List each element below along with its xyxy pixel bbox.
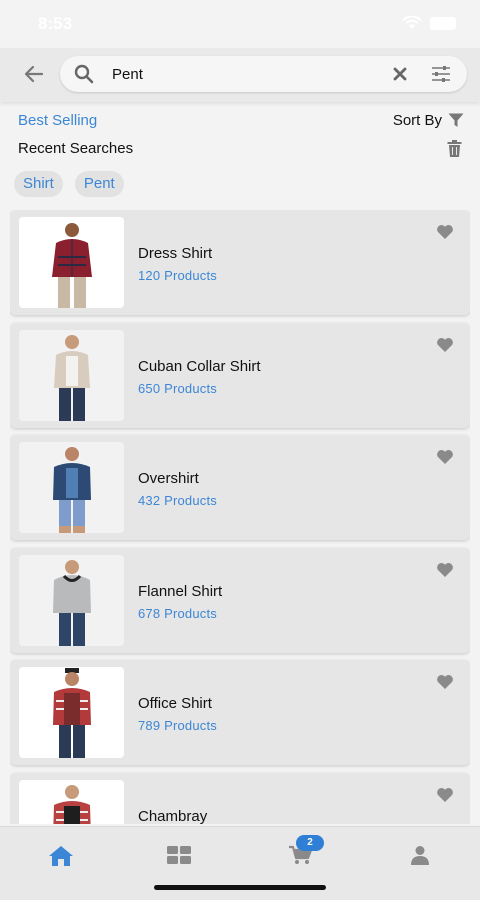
search-icon	[74, 64, 94, 84]
battery-icon	[430, 16, 456, 30]
home-indicator	[154, 885, 326, 890]
back-button[interactable]	[22, 62, 46, 86]
best-selling-link[interactable]: Best Selling	[18, 112, 97, 129]
nav-profile[interactable]	[400, 845, 440, 869]
clear-recent-button[interactable]	[447, 140, 462, 162]
sliders-icon	[432, 66, 450, 82]
heart-icon	[437, 225, 453, 239]
product-card-flannel-shirt[interactable]: Flannel Shirt 678 Products	[10, 548, 470, 653]
profile-icon	[411, 846, 429, 865]
product-list[interactable]: Dress Shirt 120 Products Cuban Collar Sh…	[10, 210, 470, 824]
home-icon	[49, 846, 73, 866]
favorite-button[interactable]	[436, 449, 454, 470]
product-image	[19, 667, 124, 758]
sort-by-label: Sort By	[392, 112, 442, 129]
product-count: 650 Products	[138, 381, 218, 396]
model-illustration	[52, 560, 91, 646]
favorite-button[interactable]	[436, 674, 454, 695]
product-card-dress-shirt[interactable]: Dress Shirt 120 Products	[10, 210, 470, 315]
product-image	[19, 555, 124, 646]
product-image	[19, 442, 124, 533]
product-card-cuban-collar-shirt[interactable]: Cuban Collar Shirt 650 Products	[10, 323, 470, 428]
sort-by-button[interactable]: Sort By	[393, 112, 464, 129]
favorite-button[interactable]	[436, 224, 454, 245]
favorite-button[interactable]	[436, 337, 454, 358]
product-image	[19, 330, 124, 421]
filter-settings-button[interactable]	[430, 65, 452, 88]
product-name: Cuban Collar Shirt	[138, 358, 261, 375]
nav-categories[interactable]	[159, 845, 199, 869]
filter-funnel-icon	[448, 113, 464, 127]
clear-search-button[interactable]	[392, 66, 408, 87]
favorite-button[interactable]	[436, 562, 454, 583]
product-count: 678 Products	[138, 606, 218, 621]
search-box	[60, 56, 467, 92]
product-card-office-shirt[interactable]: Office Shirt 789 Products	[10, 660, 470, 765]
status-bar: 8:53	[0, 0, 480, 48]
status-time: 8:53	[38, 14, 73, 33]
product-count: 789 Products	[138, 718, 218, 733]
product-name: Chambray	[138, 808, 208, 824]
recent-search-chip[interactable]: Pent	[74, 171, 124, 197]
product-card-chambray[interactable]: Chambray	[10, 773, 470, 824]
favorite-button[interactable]	[436, 787, 454, 808]
product-count: 432 Products	[138, 493, 218, 508]
product-image	[19, 780, 124, 824]
arrow-left-icon	[24, 65, 44, 83]
heart-icon	[437, 788, 453, 802]
heart-icon	[437, 563, 453, 577]
product-name: Flannel Shirt	[138, 583, 223, 600]
model-illustration	[51, 223, 92, 308]
model-illustration	[52, 668, 91, 758]
product-name: Office Shirt	[138, 695, 212, 712]
status-icons	[402, 16, 456, 30]
grid-icon	[167, 846, 191, 864]
heart-icon	[437, 675, 453, 689]
product-image	[19, 217, 124, 308]
recent-search-chips: Shirt Pent	[14, 171, 124, 197]
heart-icon	[437, 338, 453, 352]
trash-icon	[447, 140, 462, 157]
cart-badge: 2	[296, 835, 324, 851]
search-input[interactable]	[112, 56, 372, 92]
recent-searches-title: Recent Searches	[18, 140, 134, 157]
close-icon	[393, 67, 407, 81]
model-illustration	[52, 447, 91, 533]
product-name: Overshirt	[138, 470, 199, 487]
nav-home[interactable]	[41, 845, 81, 869]
search-header	[0, 48, 480, 102]
product-count: 120 Products	[138, 268, 218, 283]
product-name: Dress Shirt	[138, 245, 213, 262]
heart-icon	[437, 450, 453, 464]
model-illustration	[52, 785, 91, 824]
wifi-icon	[402, 16, 422, 29]
recent-search-chip[interactable]: Shirt	[14, 171, 63, 197]
product-card-overshirt[interactable]: Overshirt 432 Products	[10, 435, 470, 540]
model-illustration	[53, 335, 90, 421]
